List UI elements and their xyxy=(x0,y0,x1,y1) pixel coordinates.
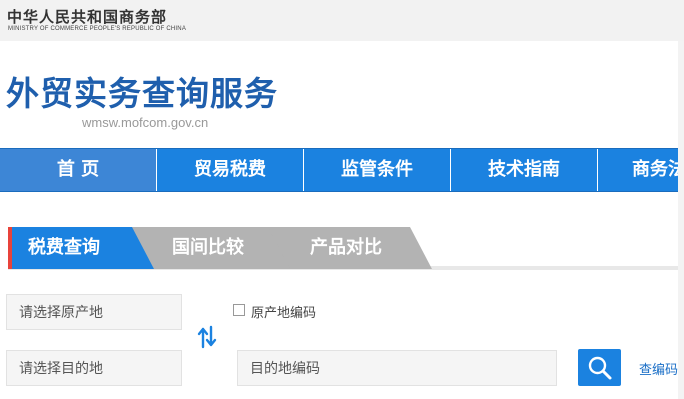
origin-select[interactable]: 请选择原产地 xyxy=(6,294,182,330)
main-nav: 首 页 贸易税费 监管条件 技术指南 商务法 xyxy=(0,148,684,192)
site-url: wmsw.mofcom.gov.cn xyxy=(82,115,209,130)
top-bar: 中华人民共和国商务部 MINISTRY OF COMMERCE PEOPLE'S… xyxy=(0,0,684,41)
tab-tax-query[interactable]: 税费查询 xyxy=(8,227,154,269)
nav-item-trade-tax[interactable]: 贸易税费 xyxy=(156,149,303,191)
ministry-name-english: MINISTRY OF COMMERCE PEOPLE'S REPUBLIC O… xyxy=(8,26,187,32)
site-title[interactable]: 外贸实务查询服务 xyxy=(6,67,278,115)
lookup-code-link[interactable]: 查编码 xyxy=(639,359,678,378)
origin-code-checkbox[interactable] xyxy=(233,304,245,316)
nav-item-commerce-law[interactable]: 商务法 xyxy=(597,149,684,191)
destination-code-input[interactable]: 目的地编码 xyxy=(237,350,557,386)
origin-code-checkbox-label: 原产地编码 xyxy=(251,306,317,321)
tab-country-compare[interactable]: 国间比较 xyxy=(128,227,290,269)
search-button[interactable] xyxy=(578,349,621,386)
nav-item-tech-guide[interactable]: 技术指南 xyxy=(450,149,597,191)
nav-item-regulatory[interactable]: 监管条件 xyxy=(303,149,450,191)
nav-item-home[interactable]: 首 页 xyxy=(0,149,156,191)
swap-arrows-icon[interactable] xyxy=(196,325,218,349)
tab-product-compare[interactable]: 产品对比 xyxy=(264,227,432,269)
ministry-name: 中华人民共和国商务部 xyxy=(7,8,168,26)
magnifier-icon xyxy=(588,356,612,380)
destination-select[interactable]: 请选择目的地 xyxy=(6,350,182,386)
scrollbar-edge xyxy=(678,41,684,399)
